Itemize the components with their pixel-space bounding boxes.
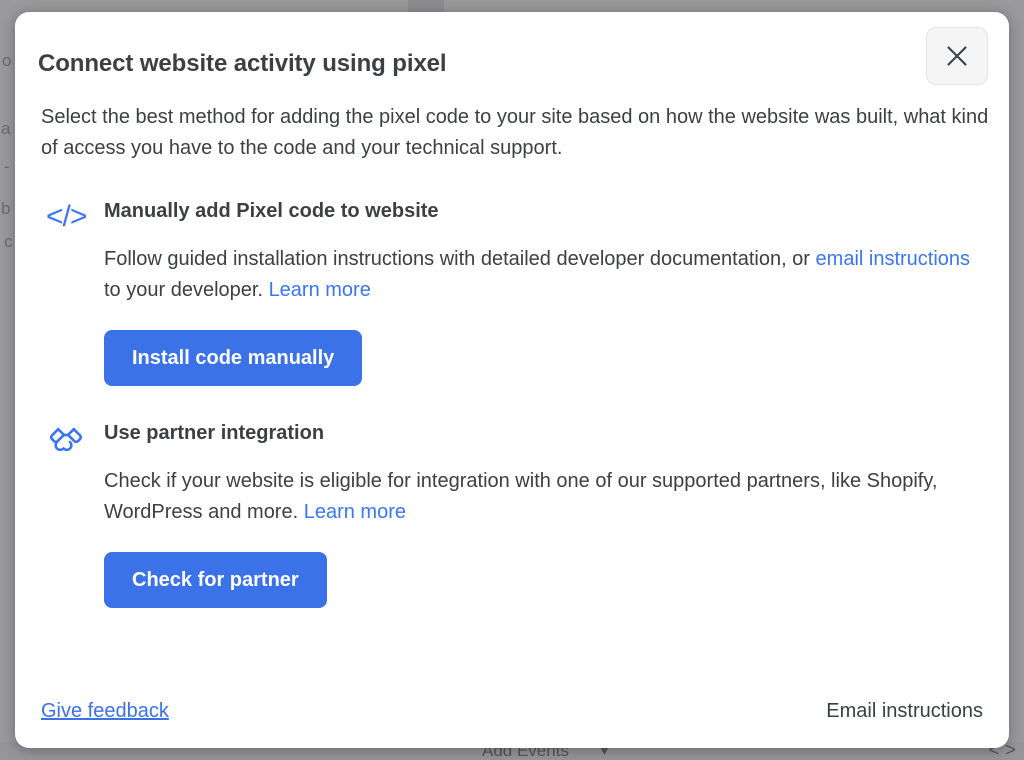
close-icon: [944, 43, 970, 69]
check-for-partner-button[interactable]: Check for partner: [104, 552, 327, 608]
code-brackets-glyph: </>: [46, 202, 86, 232]
desc-text-part2: to your developer.: [104, 279, 269, 301]
email-instructions-button[interactable]: Email instructions: [826, 700, 983, 723]
connect-website-activity-dialog: Connect website activity using pixel Sel…: [15, 12, 1009, 748]
email-instructions-link[interactable]: email instructions: [816, 248, 971, 270]
section-heading-manual: Manually add Pixel code to website: [104, 198, 983, 224]
section-heading-partner: Use partner integration: [104, 420, 983, 446]
handshake-icon: [46, 422, 92, 456]
dialog-footer: Give feedback Email instructions: [15, 674, 1009, 748]
code-brackets-icon: </>: [46, 200, 92, 234]
background-text-fragment: c: [4, 233, 13, 250]
page-title: Connect website activity using pixel: [38, 50, 447, 78]
section-partner-integration: Use partner integration Check if your we…: [41, 420, 983, 608]
section-description-manual: Follow guided installation instructions …: [104, 244, 989, 306]
section-description-partner: Check if your website is eligible for in…: [104, 466, 964, 528]
install-code-manually-button[interactable]: Install code manually: [104, 330, 362, 386]
dialog-header: Connect website activity using pixel: [15, 12, 1009, 102]
give-feedback-link[interactable]: Give feedback: [41, 700, 169, 723]
background-text-fragment: b: [1, 200, 10, 217]
desc-text-part1: Follow guided installation instructions …: [104, 248, 816, 270]
background-text-fragment: -: [4, 158, 10, 175]
learn-more-link-manual[interactable]: Learn more: [269, 279, 371, 301]
dialog-intro-text: Select the best method for adding the pi…: [41, 102, 989, 164]
desc-text-part1: Check if your website is eligible for in…: [104, 470, 937, 523]
close-button[interactable]: [926, 27, 988, 85]
background-text-fragment: a: [1, 120, 10, 137]
section-manual-code: </> Manually add Pixel code to website F…: [41, 198, 983, 386]
learn-more-link-partner[interactable]: Learn more: [304, 501, 406, 523]
dialog-body: Select the best method for adding the pi…: [15, 102, 1009, 608]
background-text-fragment: o: [2, 52, 11, 69]
